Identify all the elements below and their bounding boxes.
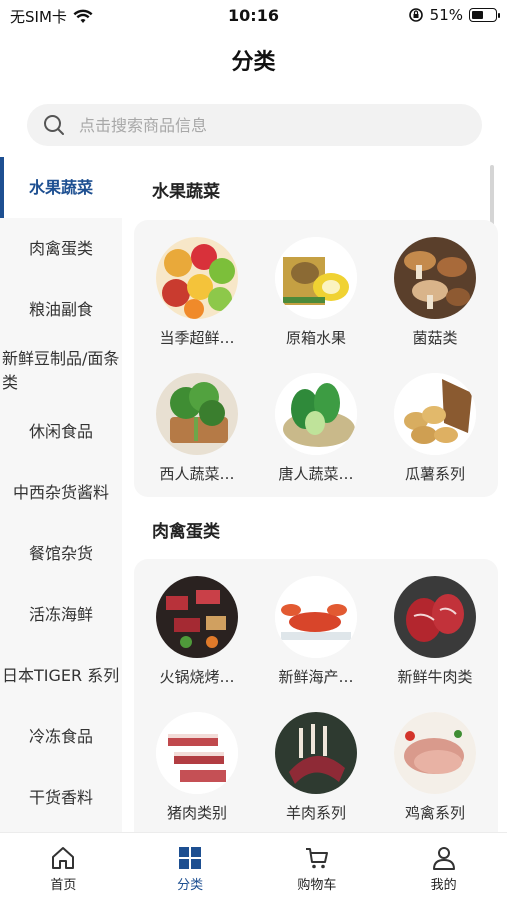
subcategory-card-fruit-veg: 当季超鲜… 原箱水果 菌菇类 西人蔬菜… 唐人蔬菜… 瓜薯系列 [134,220,498,497]
status-bar: 无SIM卡 10:16 51% [0,0,507,30]
subcategory-poultry[interactable]: 鸡禽系列 [376,712,494,823]
subcategory-melons-potatoes[interactable]: 瓜薯系列 [376,373,494,484]
sidebar-item-label: 水果蔬菜 [28,177,93,197]
tab-label: 首页 [50,878,77,893]
subcategory-label: 菌菇类 [412,329,458,347]
tab-cart[interactable]: 购物车 [254,833,381,900]
battery-fill [472,11,484,19]
tab-label: 分类 [177,878,204,893]
sidebar-item-meat-eggs[interactable]: 肉禽蛋类 [0,218,122,279]
subcategory-seasonal-fresh[interactable]: 当季超鲜… [138,237,256,348]
beef-steak-image [394,576,476,658]
mixed-fruit-image [156,237,238,319]
subcategory-hotpot-bbq[interactable]: 火锅烧烤… [138,576,256,687]
subcategory-label: 新鲜牛肉类 [397,668,473,686]
subcategory-fresh-beef[interactable]: 新鲜牛肉类 [376,576,494,687]
subcategory-label: 瓜薯系列 [404,465,465,483]
sidebar-item-label: 活冻海鲜 [28,604,93,624]
sidebar-item-label: 粮油副食 [28,299,93,319]
orientation-lock-icon [408,8,423,22]
bottom-tab-bar: 首页 分类 购物车 我的 [0,832,507,900]
section-title-meat-eggs: 肉禽蛋类 [152,522,220,542]
subcategory-western-veg[interactable]: 西人蔬菜… [138,373,256,484]
subcategory-fresh-seafood[interactable]: 新鲜海产… [257,576,375,687]
lobster-image [275,576,357,658]
herbs-image [156,373,238,455]
sidebar-item-dried-spices[interactable]: 干货香料 [0,767,122,828]
bok-choy-image [275,373,357,455]
subcategory-lamb[interactable]: 羊肉系列 [257,712,375,823]
pork-belly-image [156,712,238,794]
bbq-grill-image [156,576,238,658]
subcategory-label: 羊肉系列 [285,804,346,822]
potatoes-image [394,373,476,455]
kiwi-box-image [275,237,357,319]
sidebar-item-label: 肉禽蛋类 [28,238,93,258]
subcategory-label: 西人蔬菜… [159,465,235,483]
sidebar-item-label: 冷冻食品 [28,726,93,746]
search-icon [44,115,64,135]
section-title-fruit-veg: 水果蔬菜 [152,182,220,202]
search-input[interactable] [79,115,439,135]
lamb-rack-image [275,712,357,794]
sidebar-item-tiger-series[interactable]: 日本TIGER 系列 [0,645,122,706]
grid-icon [179,847,202,869]
page-title: 分类 [231,50,276,75]
category-sidebar: 水果蔬菜 肉禽蛋类 粮油副食 新鲜豆制品/面条类 休闲食品 中西杂货酱料 餐馆杂… [0,157,122,832]
subcategory-label: 新鲜海产… [278,668,354,686]
subcategory-mushrooms[interactable]: 菌菇类 [376,237,494,348]
battery-icon [469,8,500,22]
search-bar[interactable] [27,104,482,146]
sidebar-item-tofu-noodles[interactable]: 新鲜豆制品/面条类 [0,340,122,401]
subcategory-label: 唐人蔬菜… [278,465,354,483]
subcategory-label: 鸡禽系列 [404,804,465,822]
subcategory-boxed-fruit[interactable]: 原箱水果 [257,237,375,348]
battery-percent: 51% [429,6,463,24]
category-content: 水果蔬菜 当季超鲜… 原箱水果 菌菇类 西人蔬菜… 唐人蔬菜… 瓜薯系列 肉禽蛋… [122,157,507,832]
home-icon [52,847,75,869]
subcategory-label: 猪肉类别 [166,804,227,822]
sidebar-item-snacks[interactable]: 休闲食品 [0,401,122,462]
sidebar-item-restaurant-supplies[interactable]: 餐馆杂货 [0,523,122,584]
sidebar-item-label: 中西杂货酱料 [12,482,109,502]
sidebar-item-label: 日本TIGER 系列 [2,665,120,685]
sidebar-item-frozen[interactable]: 冷冻食品 [0,706,122,767]
sidebar-item-grocery-sauces[interactable]: 中西杂货酱料 [0,462,122,523]
sidebar-item-label: 干货香料 [28,787,93,807]
sidebar-item-fruit-veg[interactable]: 水果蔬菜 [0,157,122,218]
sidebar-item-grain-oil[interactable]: 粮油副食 [0,279,122,340]
status-right: 51% [408,6,500,24]
sidebar-item-label: 休闲食品 [28,421,93,441]
tab-profile[interactable]: 我的 [380,833,507,900]
tab-label: 我的 [430,878,457,893]
subcategory-label: 原箱水果 [285,329,346,347]
tab-category[interactable]: 分类 [127,833,254,900]
subcategory-pork[interactable]: 猪肉类别 [138,712,256,823]
subcategory-chinese-veg[interactable]: 唐人蔬菜… [257,373,375,484]
mushrooms-image [394,237,476,319]
sidebar-item-label: 餐馆杂货 [28,543,93,563]
subcategory-card-meat-eggs: 火锅烧烤… 新鲜海产… 新鲜牛肉类 猪肉类别 羊肉系列 鸡禽系列 [134,559,498,832]
cart-icon [305,848,328,869]
sidebar-item-label: 新鲜豆制品/面条类 [2,348,120,392]
tab-home[interactable]: 首页 [0,833,127,900]
user-icon [432,847,455,870]
tab-label: 购物车 [297,878,337,893]
subcategory-label: 当季超鲜… [159,329,235,347]
chicken-breast-image [394,712,476,794]
subcategory-label: 火锅烧烤… [159,668,235,686]
sidebar-item-seafood[interactable]: 活冻海鲜 [0,584,122,645]
